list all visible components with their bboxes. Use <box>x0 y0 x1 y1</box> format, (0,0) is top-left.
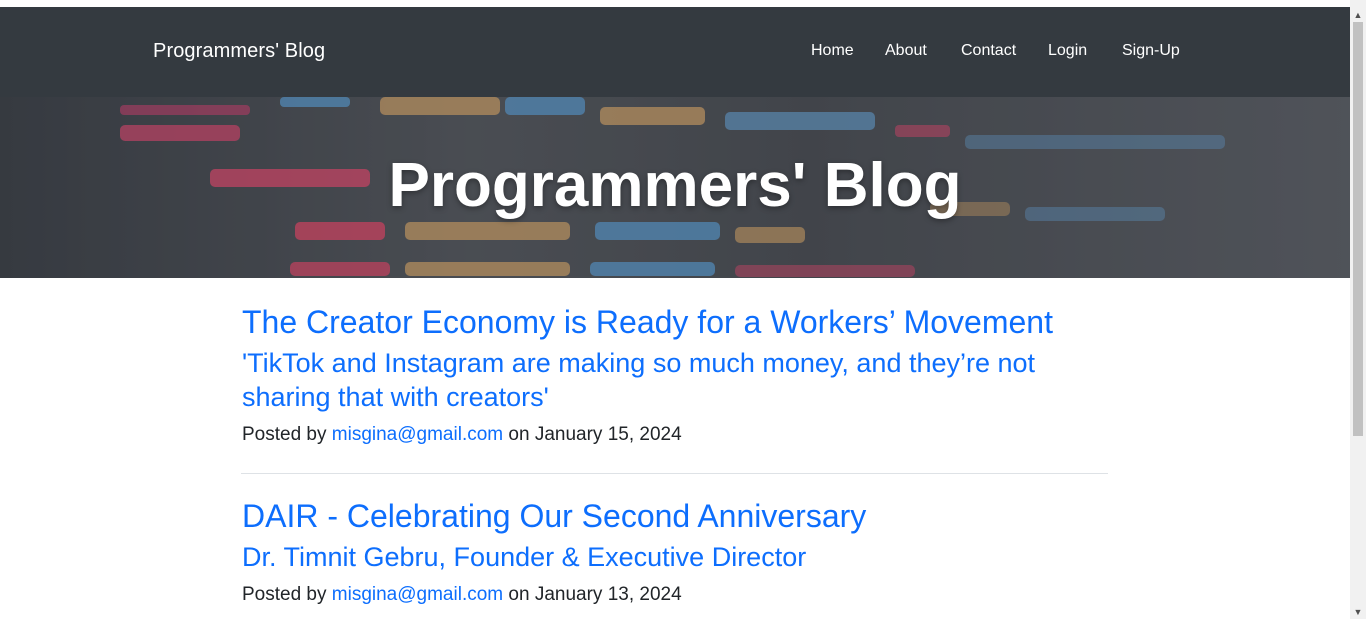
nav-signup-link[interactable]: Sign-Up <box>1122 42 1180 60</box>
post-list: The Creator Economy is Ready for a Worke… <box>241 300 1108 608</box>
post-date: on January 13, 2024 <box>508 584 682 605</box>
post-date: on January 15, 2024 <box>508 424 682 445</box>
post-preview: The Creator Economy is Ready for a Worke… <box>242 300 1107 448</box>
hero-title: Programmers' Blog <box>388 151 962 220</box>
post-meta-prefix: Posted by <box>242 584 327 605</box>
scroll-down-arrow-icon[interactable]: ▼ <box>1350 605 1366 619</box>
post-meta: Posted by misgina@gmail.com on January 1… <box>242 422 1107 448</box>
nav-login-link[interactable]: Login <box>1048 42 1087 60</box>
post-title-link[interactable]: The Creator Economy is Ready for a Worke… <box>242 300 1107 344</box>
post-meta-prefix: Posted by <box>242 424 327 445</box>
vertical-scrollbar[interactable]: ▲ ▼ <box>1350 0 1366 619</box>
post-divider <box>241 473 1108 474</box>
nav-home-link[interactable]: Home <box>811 42 854 60</box>
post-subtitle-link[interactable]: 'TikTok and Instagram are making so much… <box>242 346 1107 414</box>
post-meta: Posted by misgina@gmail.com on January 1… <box>242 582 1107 608</box>
scrollbar-thumb[interactable] <box>1353 22 1363 436</box>
post-author-link[interactable]: misgina@gmail.com <box>332 584 503 605</box>
hero-banner: Programmers' Blog <box>0 97 1350 278</box>
post-author-link[interactable]: misgina@gmail.com <box>332 424 503 445</box>
nav-about-link[interactable]: About <box>885 42 927 60</box>
post-preview: DAIR - Celebrating Our Second Anniversar… <box>242 494 1107 608</box>
navbar: Programmers' Blog Home About Contact Log… <box>0 7 1350 97</box>
nav-contact-link[interactable]: Contact <box>961 42 1016 60</box>
post-title-link[interactable]: DAIR - Celebrating Our Second Anniversar… <box>242 494 1107 538</box>
scroll-up-arrow-icon[interactable]: ▲ <box>1350 8 1366 22</box>
post-subtitle-link[interactable]: Dr. Timnit Gebru, Founder & Executive Di… <box>242 540 1107 574</box>
page: Programmers' Blog Home About Contact Log… <box>0 0 1350 619</box>
navbar-brand[interactable]: Programmers' Blog <box>153 40 325 63</box>
